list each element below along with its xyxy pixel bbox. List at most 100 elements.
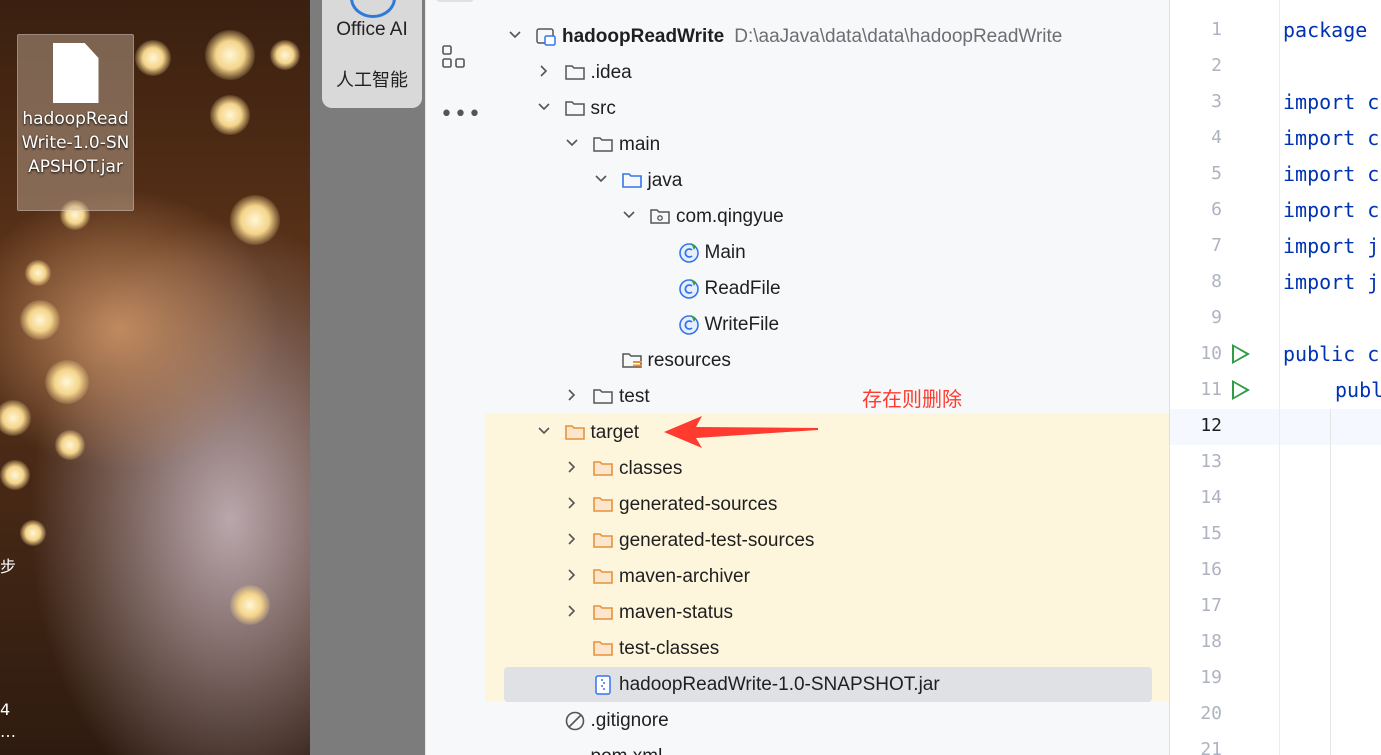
tree-item-com-qingyue[interactable]: com.qingyue xyxy=(485,199,1169,235)
tree-item-pom-xml[interactable]: m pom.xml xyxy=(485,739,1169,755)
code-line-5: import c xyxy=(1283,162,1379,186)
java-class-icon xyxy=(678,242,700,263)
chevron-right-icon[interactable] xyxy=(565,532,579,546)
tree-item-writefile[interactable]: WriteFile xyxy=(485,307,1169,343)
office-ai-logo-icon xyxy=(350,0,396,18)
tree-item-maven-archiver[interactable]: maven-archiver xyxy=(485,559,1169,595)
tree-item-resources[interactable]: resources xyxy=(485,343,1169,379)
office-ai-subtitle: 人工智能 xyxy=(336,70,408,90)
chevron-right-icon[interactable] xyxy=(565,604,579,618)
line-number: 16 xyxy=(1200,559,1222,580)
line-number: 1 xyxy=(1211,19,1222,40)
tree-item-maven-status[interactable]: maven-status xyxy=(485,595,1169,631)
run-icon[interactable] xyxy=(1232,344,1250,364)
run-icon[interactable] xyxy=(1232,380,1250,400)
chevron-right-icon[interactable] xyxy=(565,460,579,474)
source-folder-icon xyxy=(621,170,643,190)
tree-item-test-classes[interactable]: test-classes xyxy=(485,631,1169,667)
gutter-separator xyxy=(1279,0,1280,755)
chevron-down-icon[interactable] xyxy=(537,100,551,114)
tree-item-label: generated-sources xyxy=(619,494,778,515)
excluded-folder-icon xyxy=(592,530,614,550)
chevron-right-icon[interactable] xyxy=(537,64,551,78)
code-line-3-text: import c xyxy=(1283,90,1380,114)
folder-icon xyxy=(592,386,614,406)
chevron-down-icon[interactable] xyxy=(622,208,636,222)
tree-item-label: java xyxy=(647,170,683,191)
line-number: 10 xyxy=(1200,343,1222,364)
code-line-6: import c xyxy=(1283,198,1379,222)
code-line-11: publ xyxy=(1335,378,1381,402)
tool-button-project[interactable] xyxy=(436,0,474,2)
tree-item-label: maven-status xyxy=(619,602,734,623)
folder-icon xyxy=(564,98,586,118)
line-number: 21 xyxy=(1200,739,1222,755)
svg-text:m: m xyxy=(566,748,579,755)
chevron-down-icon[interactable] xyxy=(537,424,551,438)
desktop-jar-file[interactable]: hadoopReadWrite-1.0-SNAPSHOT.jar xyxy=(17,34,134,211)
tree-item-idea[interactable]: .idea xyxy=(485,55,1169,91)
annotation-text: 存在则删除 xyxy=(862,387,962,411)
desktop-edge-text: … xyxy=(0,722,16,741)
resources-folder-icon xyxy=(621,350,643,370)
tree-item-classes[interactable]: classes xyxy=(485,451,1169,487)
tree-item-main[interactable]: main xyxy=(485,127,1169,163)
tree-item-generated-test-sources[interactable]: generated-test-sources xyxy=(485,523,1169,559)
code-line-4-text: import c xyxy=(1283,126,1380,150)
tree-item-label: hadoopReadWrite-1.0-SNAPSHOT.jar xyxy=(619,674,940,695)
tree-item-hadoopreadwrite[interactable]: hadoopReadWrite D:\aaJava\data\data\hadoo… xyxy=(485,19,1169,55)
java-class-icon xyxy=(678,314,700,335)
ignored-file-icon xyxy=(564,710,586,731)
line-number: 11 xyxy=(1200,379,1222,400)
tree-item-generated-sources[interactable]: generated-sources xyxy=(485,487,1169,523)
code-line-3: import c xyxy=(1283,90,1379,114)
tree-item-target[interactable]: target xyxy=(485,415,1169,451)
line-number: 17 xyxy=(1200,595,1222,616)
tree-item-test[interactable]: test xyxy=(485,379,1169,415)
annotation-arrow-icon xyxy=(664,416,818,448)
tree-item-label: generated-test-sources xyxy=(619,530,815,551)
code-line-8-text: import j xyxy=(1283,270,1380,294)
chevron-down-icon[interactable] xyxy=(565,136,579,150)
tree-item-gitignore[interactable]: .gitignore xyxy=(485,703,1169,739)
structure-icon[interactable] xyxy=(441,44,467,70)
code-editor[interactable]: 1 2 3 4 5 6 7 8 9 10 11 12 13 14 15 16 17 18 19 20 21 packag… xyxy=(1170,0,1381,755)
desktop-edge-text: 步 xyxy=(0,557,17,576)
excluded-folder-icon xyxy=(592,566,614,586)
tree-item-label: .idea xyxy=(590,62,632,83)
tree-item-label: hadoopReadWrite xyxy=(562,26,725,47)
tree-item-src[interactable]: src xyxy=(485,91,1169,127)
indent-guide xyxy=(1330,409,1331,755)
chevron-down-icon[interactable] xyxy=(508,28,522,42)
line-number: 3 xyxy=(1211,91,1222,112)
line-number: 19 xyxy=(1200,667,1222,688)
line-number: 20 xyxy=(1200,703,1222,724)
line-number: 12 xyxy=(1200,415,1222,436)
java-class-icon xyxy=(678,278,700,299)
tree-item-label: classes xyxy=(619,458,683,479)
tree-item-java[interactable]: java xyxy=(485,163,1169,199)
line-number: 14 xyxy=(1200,487,1222,508)
chevron-down-icon[interactable] xyxy=(594,172,608,186)
desktop-icon-label: hadoopReadWrite-1.0-SNAPSHOT.jar xyxy=(21,109,130,177)
chevron-right-icon[interactable] xyxy=(565,388,579,402)
code-line-4: import c xyxy=(1283,126,1379,150)
tree-item-readfile[interactable]: ReadFile xyxy=(485,271,1169,307)
chevron-right-icon[interactable] xyxy=(565,568,579,582)
chevron-right-icon[interactable] xyxy=(565,496,579,510)
code-line-5-text: import c xyxy=(1283,162,1380,186)
package-icon xyxy=(649,206,671,226)
tree-item-hadoopreadwrite-1-0-snapshot-jar[interactable]: hadoopReadWrite-1.0-SNAPSHOT.jar xyxy=(485,667,1169,703)
tree-item-main[interactable]: Main xyxy=(485,235,1169,271)
module-icon xyxy=(535,26,557,46)
office-ai-title: Office AI xyxy=(336,19,408,40)
more-icon[interactable]: ••• xyxy=(440,102,482,127)
line-number: 18 xyxy=(1200,631,1222,652)
file-icon xyxy=(52,43,99,103)
code-line-8: import j xyxy=(1283,270,1379,294)
excluded-folder-icon xyxy=(592,638,614,658)
tree-item-label: Main xyxy=(704,242,746,263)
tree-item-label: pom.xml xyxy=(591,746,663,755)
code-line-1: package xyxy=(1283,18,1368,42)
office-ai-panel[interactable]: Office AI 人工智能 xyxy=(322,0,422,108)
